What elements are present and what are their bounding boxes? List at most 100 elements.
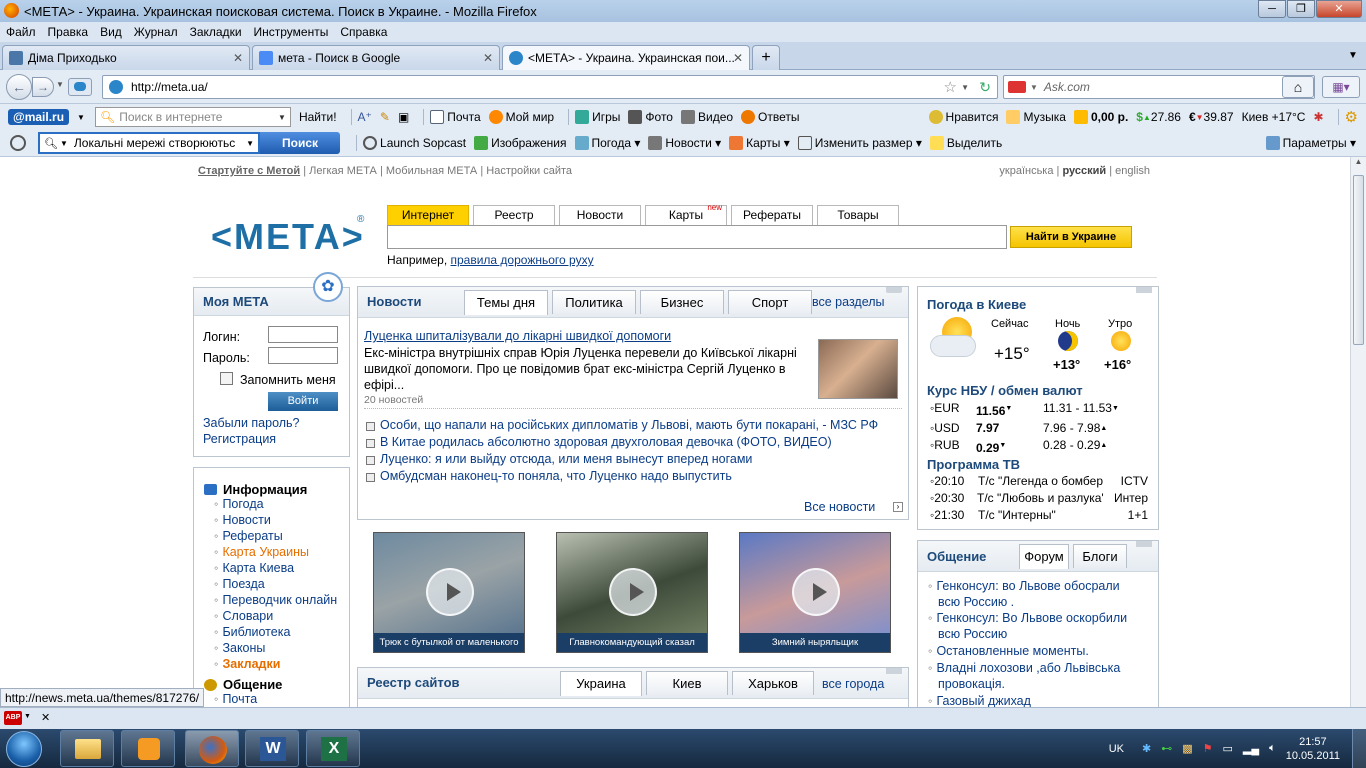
registry-tab-kiev[interactable]: Киев xyxy=(646,671,728,695)
like-link[interactable]: Нравится xyxy=(928,110,998,124)
close-tab-icon[interactable]: ✕ xyxy=(483,51,493,65)
excel-taskbar-button[interactable]: X xyxy=(306,730,360,767)
games-link[interactable]: Игры xyxy=(575,110,620,124)
list-item[interactable]: Омбудсман наконец-то поняла, что Луценко… xyxy=(366,469,906,483)
community-tab-forum[interactable]: Форум xyxy=(1019,544,1069,569)
menu-help[interactable]: Справка xyxy=(340,25,387,39)
info-translator-link[interactable]: Переводчик онлайн xyxy=(222,593,349,608)
collapse-icon[interactable] xyxy=(1136,541,1152,547)
adblock-dropdown-icon[interactable]: ▼ xyxy=(24,713,31,720)
back-button[interactable]: ← xyxy=(6,74,32,100)
comm-mail-link[interactable]: Почта xyxy=(222,692,349,707)
lang-ua[interactable]: українська xyxy=(999,165,1053,177)
apps-menu-icon[interactable]: ▦▾ xyxy=(1322,76,1360,98)
feedback-icon[interactable] xyxy=(68,78,92,96)
mobile-meta-link[interactable]: Мобильная МЕТА xyxy=(386,165,477,177)
tab-meta[interactable]: <МЕТА> - Украина. Украинская пои... ✕ xyxy=(502,45,750,70)
site-settings-link[interactable]: Настройки сайта xyxy=(486,165,572,177)
list-item[interactable]: В Китае родилась абсолютно здоровая двух… xyxy=(366,435,906,449)
word-taskbar-button[interactable]: W xyxy=(245,730,299,767)
menu-tools[interactable]: Инструменты xyxy=(254,25,329,39)
info-trains-link[interactable]: Поезда xyxy=(222,577,349,592)
list-item[interactable]: Газовый джихад xyxy=(936,693,1138,707)
search-tab-essays[interactable]: Рефераты xyxy=(731,205,813,225)
login-input[interactable] xyxy=(268,326,338,343)
news-tab-topics[interactable]: Темы дня xyxy=(464,290,548,315)
volume-icon[interactable]: 🔈︎ xyxy=(1269,742,1276,755)
bluetooth-icon[interactable]: ✱ xyxy=(1142,742,1151,755)
address-bar[interactable]: http://meta.ua/ ☆ ▼ ↻ xyxy=(102,75,998,99)
example-link[interactable]: правила дорожнього руху xyxy=(451,253,594,267)
all-news-arrow-icon[interactable]: › xyxy=(893,502,903,512)
highlight-link[interactable]: Выделить xyxy=(929,136,1002,150)
tray-window-icon[interactable]: ▭ xyxy=(1222,742,1232,755)
find-in-ukraine-button[interactable]: Найти в Украине xyxy=(1010,226,1132,248)
all-sections-link[interactable]: все разделы xyxy=(812,295,885,309)
search-tab-internet[interactable]: Интернет xyxy=(387,205,469,225)
menu-file[interactable]: Файл xyxy=(6,25,36,39)
rates-title[interactable]: Курс НБУ / обмен валют xyxy=(927,383,1083,398)
home-button[interactable]: ⌂ xyxy=(1282,76,1314,98)
search-tab-maps[interactable]: Карты new xyxy=(645,203,727,225)
list-item[interactable]: Владні лохозови ,або Львівська провокаці… xyxy=(936,660,1138,692)
maps-menu[interactable]: Карты ▾ xyxy=(729,136,790,150)
tab-vk[interactable]: Діма Приходько ✕ xyxy=(2,45,250,70)
settings-gear-icon[interactable]: ⚙ xyxy=(1345,108,1358,126)
all-cities-link[interactable]: все города xyxy=(822,677,884,691)
list-item[interactable]: Луценко: я или выйду отсюда, или меня вы… xyxy=(366,452,906,466)
news-tab-politics[interactable]: Политика xyxy=(552,290,636,314)
dropdown-icon[interactable]: ▼ xyxy=(961,83,969,92)
minimize-button[interactable]: ─ xyxy=(1258,0,1286,18)
my-world-link[interactable]: Мой мир xyxy=(488,110,554,124)
registry-tab-ukraine[interactable]: Украина xyxy=(560,671,642,696)
new-tab-button[interactable]: + xyxy=(752,45,780,70)
keyboard-language[interactable]: UK xyxy=(1109,743,1124,755)
info-laws-link[interactable]: Законы xyxy=(222,641,349,656)
close-window-button[interactable]: ✕ xyxy=(1316,0,1362,18)
login-button[interactable]: Войти xyxy=(268,392,338,411)
mailru-find-button[interactable]: Найти! xyxy=(299,110,337,124)
register-link[interactable]: Регистрация xyxy=(203,432,276,446)
search-tab-registry[interactable]: Реестр xyxy=(473,205,555,225)
lang-ru[interactable]: русский xyxy=(1062,165,1106,177)
menu-bookmarks[interactable]: Закладки xyxy=(190,25,242,39)
news-menu[interactable]: Новости ▾ xyxy=(648,136,721,150)
table-row[interactable]: ◦20:30 Т/с "Любовь и разлука' Интер xyxy=(930,490,1148,507)
screen-icon[interactable]: ▣ xyxy=(398,110,409,124)
video-link[interactable]: Видео xyxy=(680,110,733,124)
resize-menu[interactable]: Изменить размер ▾ xyxy=(797,136,922,150)
flower-icon[interactable]: ✿ xyxy=(313,272,343,302)
info-map-ukraine-link[interactable]: Карта Украины xyxy=(222,545,349,560)
list-item[interactable]: Особи, що напали на російських дипломаті… xyxy=(366,418,906,432)
search-tab-goods[interactable]: Товары xyxy=(817,205,899,225)
news-tab-business[interactable]: Бизнес xyxy=(640,290,724,314)
tv-title[interactable]: Программа ТВ xyxy=(927,457,1020,472)
page-scrollbar[interactable]: ▲ xyxy=(1350,157,1366,707)
meta-search-button[interactable]: Поиск xyxy=(260,132,341,154)
all-news-link[interactable]: Все новости xyxy=(804,500,875,514)
light-meta-link[interactable]: Легкая МЕТА xyxy=(309,165,377,177)
usd-rate[interactable]: $ ▲ 27.86 xyxy=(1136,110,1181,124)
bookmark-star-icon[interactable]: ☆ xyxy=(944,78,957,96)
info-news-link[interactable]: Новости xyxy=(222,513,349,528)
show-desktop-button[interactable] xyxy=(1352,729,1366,768)
info-bookmarks-link[interactable]: Закладки xyxy=(222,657,349,672)
pen-icon[interactable]: ✎ xyxy=(380,110,390,124)
table-row[interactable]: ◦20:10 Т/с "Легенда о бомбер ICTV xyxy=(930,473,1148,490)
parameters-menu[interactable]: Параметры ▾ xyxy=(1265,136,1356,150)
menu-history[interactable]: Журнал xyxy=(134,25,178,39)
start-button[interactable] xyxy=(6,731,42,767)
start-with-meta-link[interactable]: Стартуйте с Метой xyxy=(198,165,300,177)
menu-edit[interactable]: Правка xyxy=(48,25,89,39)
menu-view[interactable]: Вид xyxy=(100,25,122,39)
headline-link[interactable]: Луценка шпиталізували до лікарні швидкої… xyxy=(364,329,671,343)
forward-button[interactable]: → xyxy=(32,77,54,97)
weather-title[interactable]: Погода в Киеве xyxy=(927,297,1026,312)
remember-checkbox[interactable] xyxy=(220,372,233,385)
close-statusbar-icon[interactable]: ✕ xyxy=(41,711,50,724)
video-thumbnail[interactable]: Трюк с бутылкой от маленького xyxy=(373,532,525,653)
mailru-logo[interactable]: @mail.ru xyxy=(8,109,70,125)
scroll-up-icon[interactable]: ▲ xyxy=(1351,157,1366,173)
scroll-thumb[interactable] xyxy=(1353,175,1364,345)
tab-list-icon[interactable]: ▼ xyxy=(1348,50,1358,61)
